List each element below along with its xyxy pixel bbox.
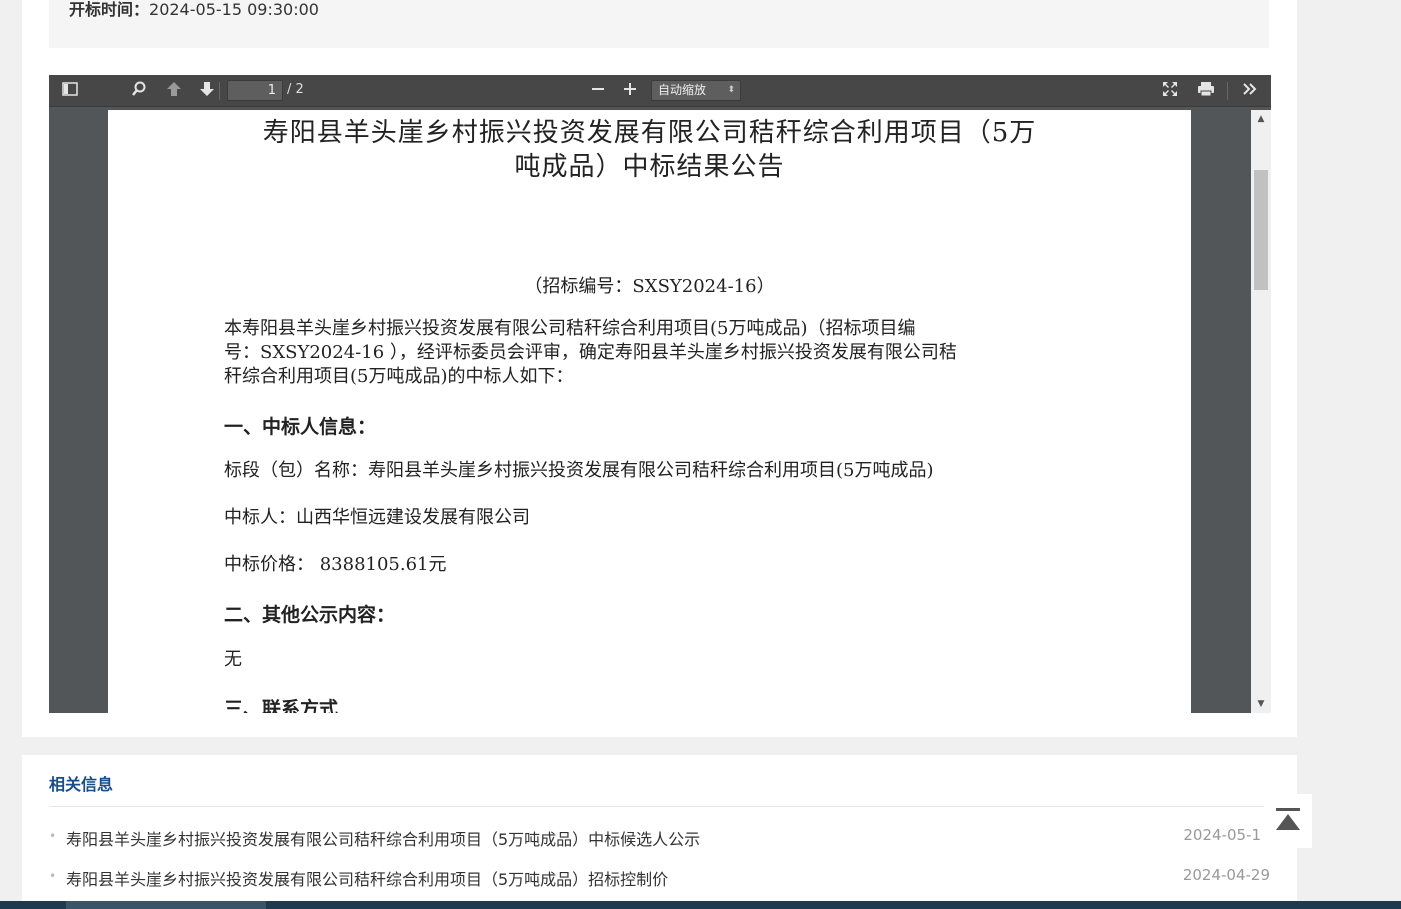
footer-bar xyxy=(0,901,1401,909)
section-2-heading: 二、其他公示内容： xyxy=(224,604,396,626)
back-to-top-icon xyxy=(1276,808,1300,830)
pdf-viewer: 1 / 2 自动缩放 ⬍ 寿阳县羊头崖乡村振兴投资发展有限公司秸秆综合利用项目（… xyxy=(49,75,1271,713)
bid-open-time-value: 2024-05-15 09:30:00 xyxy=(149,0,319,19)
divider xyxy=(49,806,1270,807)
chevron-updown-icon: ⬍ xyxy=(727,85,735,95)
related-info-card: 相关信息 • 寿阳县羊头崖乡村振兴投资发展有限公司秸秆综合利用项目（5万吨成品）… xyxy=(22,755,1297,901)
toolbar-divider xyxy=(219,82,220,100)
toolbar-divider xyxy=(1227,82,1228,100)
more-tools-icon[interactable] xyxy=(1239,81,1261,101)
related-item-date: 2024-04-29 xyxy=(1182,866,1270,884)
bid-open-time-label: 开标时间： xyxy=(69,0,150,19)
page-number-input[interactable]: 1 xyxy=(227,80,283,101)
scroll-down-icon[interactable]: ▼ xyxy=(1256,699,1266,709)
document-title-line-1: 寿阳县羊头崖乡村振兴投资发展有限公司秸秆综合利用项目（5万 xyxy=(262,118,1037,148)
intro-line-3: 秆综合利用项目(5万吨成品)的中标人如下： xyxy=(224,366,574,387)
intro-line-1: 本寿阳县羊头崖乡村振兴投资发展有限公司秸秆综合利用项目(5万吨成品)（招标项目编 xyxy=(224,318,916,339)
related-item-link[interactable]: 寿阳县羊头崖乡村振兴投资发展有限公司秸秆综合利用项目（5万吨成品）招标控制价 xyxy=(66,866,668,890)
related-list-item[interactable]: • 寿阳县羊头崖乡村振兴投资发展有限公司秸秆综合利用项目（5万吨成品）招标控制价… xyxy=(49,866,1270,890)
related-item-date: 2024-05-1 xyxy=(1183,826,1261,844)
search-icon[interactable] xyxy=(128,81,150,101)
pdf-scrollbar[interactable]: ▲ ▼ xyxy=(1251,110,1271,713)
related-item-link[interactable]: 寿阳县羊头崖乡村振兴投资发展有限公司秸秆综合利用项目（5万吨成品）中标候选人公示 xyxy=(66,826,700,850)
winner: 中标人：山西华恒远建设发展有限公司 xyxy=(224,507,530,528)
sidebar-toggle-icon[interactable] xyxy=(59,81,81,101)
pdf-page: 寿阳县羊头崖乡村振兴投资发展有限公司秸秆综合利用项目（5万 吨成品）中标结果公告… xyxy=(108,110,1191,713)
print-icon[interactable] xyxy=(1195,81,1217,101)
page-total: / 2 xyxy=(287,82,304,97)
intro-line-2: 号：SXSY2024-16 ），经评标委员会评审，确定寿阳县羊头崖乡村振兴投资发… xyxy=(224,342,957,363)
scrollbar-thumb[interactable] xyxy=(1254,170,1268,290)
page-root: 开标时间：2024-05-15 09:30:00 1 / 2 自动缩放 ⬍ 寿阳… xyxy=(0,0,1401,909)
zoom-out-icon[interactable] xyxy=(587,81,609,101)
bid-price: 中标价格： 8388105.61元 xyxy=(224,554,447,575)
back-to-top-button[interactable] xyxy=(1264,794,1312,848)
bullet-icon: • xyxy=(49,829,57,843)
other-content: 无 xyxy=(224,649,242,670)
related-info-title: 相关信息 xyxy=(49,775,114,794)
document-title: 寿阳县羊头崖乡村振兴投资发展有限公司秸秆综合利用项目（5万 吨成品）中标结果公告 xyxy=(108,116,1191,184)
section-3-heading: 三、联系方式 xyxy=(224,698,339,713)
zoom-in-icon[interactable] xyxy=(619,81,641,101)
fullscreen-icon[interactable] xyxy=(1159,81,1181,101)
zoom-select[interactable]: 自动缩放 ⬍ xyxy=(651,80,741,101)
bid-number: （招标编号：SXSY2024-16） xyxy=(524,276,775,297)
arrow-down-icon[interactable] xyxy=(196,81,218,101)
zoom-select-value: 自动缩放 xyxy=(658,83,707,97)
section-1-heading: 一、中标人信息： xyxy=(224,416,377,438)
scroll-up-icon[interactable]: ▲ xyxy=(1256,114,1266,124)
pdf-toolbar: 1 / 2 自动缩放 ⬍ xyxy=(49,75,1271,107)
bid-open-time: 开标时间：2024-05-15 09:30:00 xyxy=(69,0,319,20)
related-list-item[interactable]: • 寿阳县羊头崖乡村振兴投资发展有限公司秸秆综合利用项目（5万吨成品）中标候选人… xyxy=(49,826,1270,850)
footer-highlight xyxy=(66,901,266,909)
lot-name: 标段（包）名称：寿阳县羊头崖乡村振兴投资发展有限公司秸秆综合利用项目(5万吨成品… xyxy=(224,460,934,481)
bullet-icon: • xyxy=(49,869,57,883)
meta-strip: 开标时间：2024-05-15 09:30:00 xyxy=(49,0,1269,48)
intro-paragraph: 本寿阳县羊头崖乡村振兴投资发展有限公司秸秆综合利用项目(5万吨成品)（招标项目编… xyxy=(224,317,957,389)
arrow-up-icon[interactable] xyxy=(163,81,185,101)
document-title-line-2: 吨成品）中标结果公告 xyxy=(514,152,785,182)
